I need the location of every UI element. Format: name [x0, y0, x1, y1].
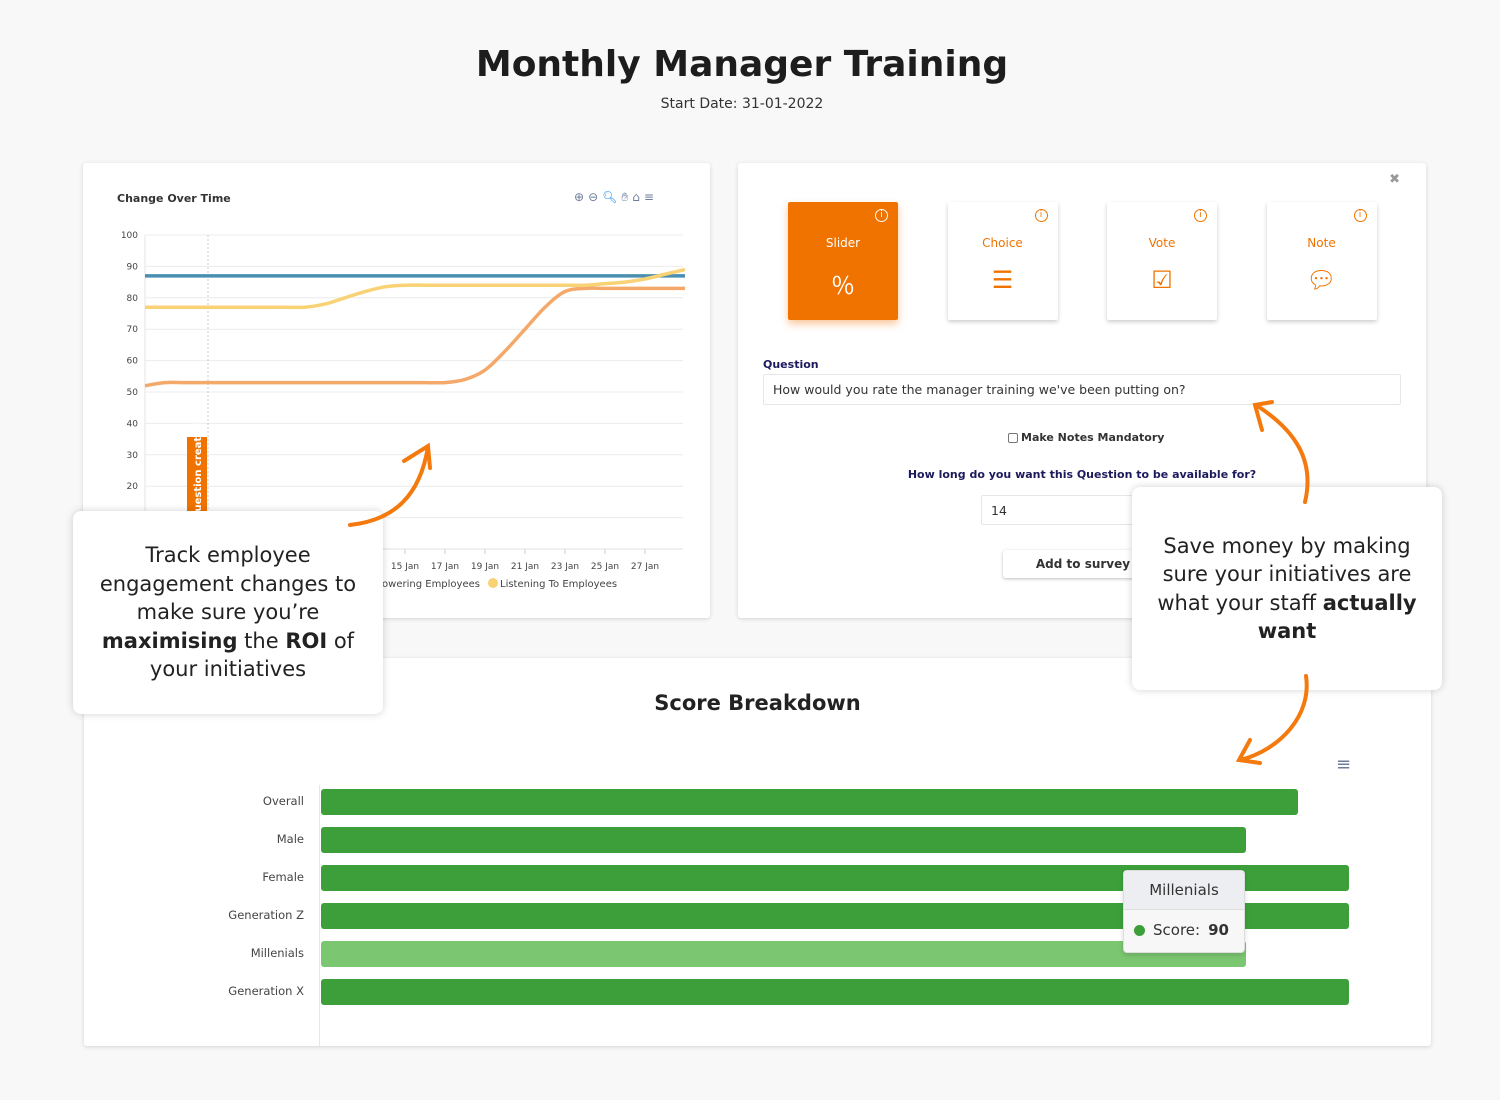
close-icon[interactable]: ✖ — [1389, 172, 1400, 187]
question-type-label: Vote — [1148, 236, 1176, 250]
duration-input[interactable]: 14 — [981, 495, 1141, 525]
bar-label: Generation X — [228, 984, 304, 998]
x-tick-label: 21 Jan — [511, 562, 539, 572]
callout-bold: ROI — [285, 628, 328, 653]
bar-label: Generation Z — [228, 908, 304, 922]
callout-save-money: Save money by making sure your initiativ… — [1132, 487, 1442, 690]
legend-marker — [488, 578, 498, 588]
list-icon: ☰ — [991, 266, 1014, 294]
duration-label: How long do you want this Question to be… — [907, 468, 1257, 481]
make-notes-mandatory-label: Make Notes Mandatory — [1021, 431, 1165, 444]
tooltip-label: Score: — [1153, 921, 1201, 939]
question-type-note[interactable]: i Note 💬︎ — [1266, 202, 1377, 320]
y-tick-label: 40 — [127, 419, 139, 429]
bar-overall[interactable] — [321, 789, 1298, 815]
x-tick-label: 17 Jan — [431, 562, 459, 572]
legend-item[interactable]: Listening To Employees — [500, 579, 617, 590]
bar-tooltip: Millenials Score: 90 — [1123, 870, 1245, 953]
x-tick-label: 23 Jan — [551, 562, 579, 572]
bar-label: Overall — [262, 794, 304, 808]
x-tick-label: 25 Jan — [591, 562, 619, 572]
make-notes-mandatory-checkbox[interactable] — [1008, 432, 1018, 443]
y-tick-label: 50 — [127, 388, 139, 398]
question-input[interactable]: How would you rate the manager training … — [763, 374, 1401, 405]
question-type-label: Note — [1307, 236, 1336, 250]
bar-generation-x[interactable] — [321, 979, 1349, 1005]
series-line-1 — [144, 286, 685, 388]
y-tick-label: 90 — [127, 262, 139, 272]
y-tick-label: 20 — [127, 482, 139, 492]
bar-male[interactable] — [321, 827, 1247, 853]
x-tick-label: 15 Jan — [391, 562, 419, 572]
question-type-slider[interactable]: i Slider ％ — [788, 202, 898, 320]
bar-axis — [319, 785, 320, 1046]
x-tick-label: 27 Jan — [631, 562, 659, 572]
y-tick-label: 80 — [127, 294, 139, 304]
info-icon[interactable]: i — [1353, 209, 1367, 222]
info-icon[interactable]: i — [1034, 209, 1048, 222]
info-icon[interactable]: i — [875, 209, 888, 222]
y-tick-label: 60 — [127, 357, 139, 367]
question-type-vote[interactable]: i Vote ☑ — [1107, 202, 1217, 320]
speech-bubble-icon: 💬︎ — [1306, 266, 1337, 294]
percent-icon: ％ — [831, 272, 855, 300]
bar-label: Female — [262, 870, 304, 884]
info-icon[interactable]: i — [1194, 209, 1207, 222]
bar-label: Male — [276, 832, 304, 846]
question-label: Question — [763, 358, 819, 371]
bar-millenials[interactable] — [321, 941, 1247, 967]
question-type-choice[interactable]: i Choice ☰ — [947, 202, 1058, 320]
y-tick-label: 30 — [127, 451, 139, 461]
question-created-label: Question created — [193, 423, 204, 520]
callout-track-engagement: Track employee engagement changes to mak… — [73, 511, 383, 714]
callout-text: Track employee engagement changes to mak… — [99, 543, 357, 625]
menu-icon[interactable]: ≡ — [1336, 754, 1351, 775]
tooltip-title: Millenials — [1124, 871, 1244, 910]
x-tick-label: 19 Jan — [471, 562, 499, 572]
tooltip-value: 90 — [1208, 921, 1229, 939]
y-tick-label: 70 — [127, 325, 139, 335]
question-type-label: Choice — [982, 236, 1023, 250]
ballot-check-icon: ☑ — [1151, 266, 1173, 294]
callout-bold: maximising — [101, 628, 238, 653]
question-type-label: Slider — [825, 236, 861, 250]
callout-text: the — [237, 628, 286, 653]
series-dot-icon — [1134, 924, 1145, 936]
bar-label: Millenials — [250, 946, 304, 960]
y-tick-label: 100 — [121, 231, 138, 241]
